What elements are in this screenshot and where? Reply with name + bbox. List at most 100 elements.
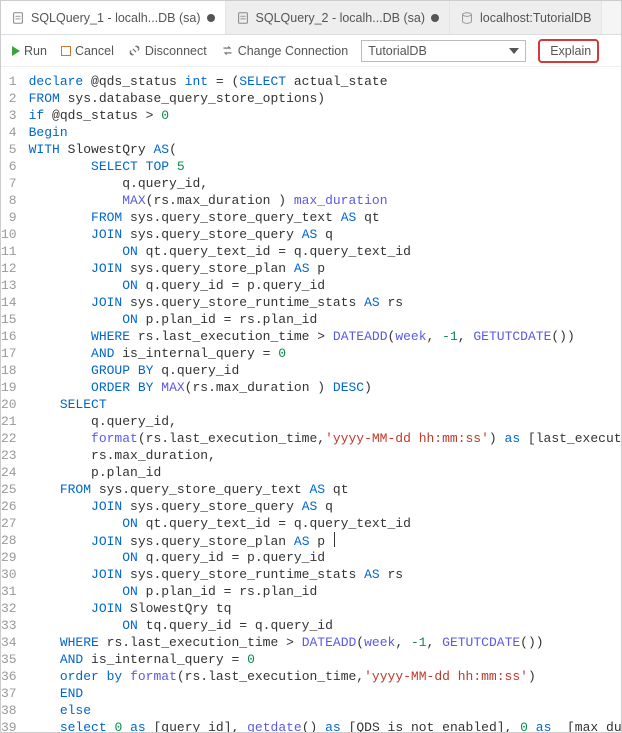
code-line[interactable]: JOIN sys.query_store_query AS q bbox=[29, 498, 621, 515]
code-line[interactable]: rs.max_duration, bbox=[29, 447, 621, 464]
code-line[interactable]: else bbox=[29, 702, 621, 719]
code-line[interactable]: GROUP BY q.query_id bbox=[29, 362, 621, 379]
line-number: 15 bbox=[1, 311, 17, 328]
tab-label: SQLQuery_2 - localh...DB (sa) bbox=[256, 11, 426, 25]
code-line[interactable]: JOIN sys.query_store_plan AS p bbox=[29, 260, 621, 277]
code-line[interactable]: order by format(rs.last_execution_time,'… bbox=[29, 668, 621, 685]
line-number: 17 bbox=[1, 345, 17, 362]
code-line[interactable]: ON qt.query_text_id = q.query_text_id bbox=[29, 515, 621, 532]
tab-sqlquery-2[interactable]: SQLQuery_2 - localh...DB (sa) bbox=[226, 1, 451, 34]
code-editor[interactable]: 1234567891011121314151617181920212223242… bbox=[1, 67, 621, 732]
code-line[interactable]: select 0 as [query_id], getdate() as [QD… bbox=[29, 719, 621, 732]
code-line[interactable]: WITH SlowestQry AS( bbox=[29, 141, 621, 158]
database-selected-value: TutorialDB bbox=[368, 44, 427, 58]
line-number: 31 bbox=[1, 583, 17, 600]
code-line[interactable]: WHERE rs.last_execution_time > DATEADD(w… bbox=[29, 634, 621, 651]
line-number: 27 bbox=[1, 515, 17, 532]
line-number: 33 bbox=[1, 617, 17, 634]
run-button[interactable]: Run bbox=[7, 42, 52, 60]
line-number: 10 bbox=[1, 226, 17, 243]
code-line[interactable]: JOIN sys.query_store_runtime_stats AS rs bbox=[29, 294, 621, 311]
file-icon bbox=[11, 11, 25, 25]
code-line[interactable]: ORDER BY MAX(rs.max_duration ) DESC) bbox=[29, 379, 621, 396]
line-number: 35 bbox=[1, 651, 17, 668]
run-label: Run bbox=[24, 44, 47, 58]
code-line[interactable]: FROM sys.query_store_query_text AS qt bbox=[29, 481, 621, 498]
line-number: 8 bbox=[1, 192, 17, 209]
line-number: 6 bbox=[1, 158, 17, 175]
line-number: 34 bbox=[1, 634, 17, 651]
tab-sqlquery-1[interactable]: SQLQuery_1 - localh...DB (sa) bbox=[1, 1, 226, 34]
tab-label: SQLQuery_1 - localh...DB (sa) bbox=[31, 11, 201, 25]
tab-tutorialdb[interactable]: localhost:TutorialDB bbox=[450, 1, 602, 34]
code-line[interactable]: WHERE rs.last_execution_time > DATEADD(w… bbox=[29, 328, 621, 345]
line-number: 32 bbox=[1, 600, 17, 617]
change-connection-label: Change Connection bbox=[238, 44, 349, 58]
dirty-indicator-icon bbox=[207, 14, 215, 22]
code-line[interactable]: AND is_internal_query = 0 bbox=[29, 651, 621, 668]
change-connection-icon bbox=[221, 44, 234, 57]
code-line[interactable]: ON tq.query_id = q.query_id bbox=[29, 617, 621, 634]
explain-label: Explain bbox=[550, 44, 591, 58]
cancel-label: Cancel bbox=[75, 44, 114, 58]
disconnect-label: Disconnect bbox=[145, 44, 207, 58]
code-line[interactable]: FROM sys.query_store_query_text AS qt bbox=[29, 209, 621, 226]
code-line[interactable]: AND is_internal_query = 0 bbox=[29, 345, 621, 362]
file-icon bbox=[236, 11, 250, 25]
database-select[interactable]: TutorialDB bbox=[361, 40, 526, 62]
dirty-indicator-icon bbox=[431, 14, 439, 22]
line-number: 13 bbox=[1, 277, 17, 294]
code-line[interactable]: FROM sys.database_query_store_options) bbox=[29, 90, 621, 107]
code-area[interactable]: declare @qds_status int = (SELECT actual… bbox=[25, 67, 621, 732]
line-number: 25 bbox=[1, 481, 17, 498]
code-line[interactable]: ON p.plan_id = rs.plan_id bbox=[29, 583, 621, 600]
line-number: 30 bbox=[1, 566, 17, 583]
query-toolbar: Run Cancel Disconnect Change Connection … bbox=[1, 35, 621, 67]
code-line[interactable]: p.plan_id bbox=[29, 464, 621, 481]
code-line[interactable]: declare @qds_status int = (SELECT actual… bbox=[29, 73, 621, 90]
code-line[interactable]: format(rs.last_execution_time,'yyyy-MM-d… bbox=[29, 430, 621, 447]
database-icon bbox=[460, 11, 474, 25]
code-line[interactable]: q.query_id, bbox=[29, 413, 621, 430]
code-line[interactable]: MAX(rs.max_duration ) max_duration bbox=[29, 192, 621, 209]
line-number: 12 bbox=[1, 260, 17, 277]
play-icon bbox=[12, 46, 20, 56]
line-number: 19 bbox=[1, 379, 17, 396]
line-number: 37 bbox=[1, 685, 17, 702]
chevron-down-icon bbox=[509, 48, 519, 54]
line-number: 7 bbox=[1, 175, 17, 192]
code-line[interactable]: JOIN sys.query_store_plan AS p bbox=[29, 532, 621, 549]
line-number: 22 bbox=[1, 430, 17, 447]
code-line[interactable]: SELECT bbox=[29, 396, 621, 413]
code-line[interactable]: ON q.query_id = p.query_id bbox=[29, 549, 621, 566]
change-connection-button[interactable]: Change Connection bbox=[216, 42, 354, 60]
code-line[interactable]: END bbox=[29, 685, 621, 702]
code-line[interactable]: ON qt.query_text_id = q.query_text_id bbox=[29, 243, 621, 260]
tab-label: localhost:TutorialDB bbox=[480, 11, 591, 25]
disconnect-button[interactable]: Disconnect bbox=[123, 42, 212, 60]
line-number: 16 bbox=[1, 328, 17, 345]
code-line[interactable]: Begin bbox=[29, 124, 621, 141]
line-number: 23 bbox=[1, 447, 17, 464]
stop-icon bbox=[61, 46, 71, 56]
line-number: 26 bbox=[1, 498, 17, 515]
explain-button[interactable]: Explain bbox=[546, 44, 591, 58]
code-line[interactable]: ON p.plan_id = rs.plan_id bbox=[29, 311, 621, 328]
line-number-gutter: 1234567891011121314151617181920212223242… bbox=[1, 67, 25, 732]
text-cursor bbox=[334, 532, 335, 547]
code-line[interactable]: if @qds_status > 0 bbox=[29, 107, 621, 124]
line-number: 2 bbox=[1, 90, 17, 107]
line-number: 38 bbox=[1, 702, 17, 719]
code-line[interactable]: q.query_id, bbox=[29, 175, 621, 192]
code-line[interactable]: SELECT TOP 5 bbox=[29, 158, 621, 175]
line-number: 24 bbox=[1, 464, 17, 481]
line-number: 18 bbox=[1, 362, 17, 379]
code-line[interactable]: JOIN sys.query_store_runtime_stats AS rs bbox=[29, 566, 621, 583]
cancel-button[interactable]: Cancel bbox=[56, 42, 119, 60]
line-number: 11 bbox=[1, 243, 17, 260]
explain-highlight: Explain bbox=[538, 39, 599, 63]
code-line[interactable]: ON q.query_id = p.query_id bbox=[29, 277, 621, 294]
line-number: 5 bbox=[1, 141, 17, 158]
code-line[interactable]: JOIN SlowestQry tq bbox=[29, 600, 621, 617]
code-line[interactable]: JOIN sys.query_store_query AS q bbox=[29, 226, 621, 243]
